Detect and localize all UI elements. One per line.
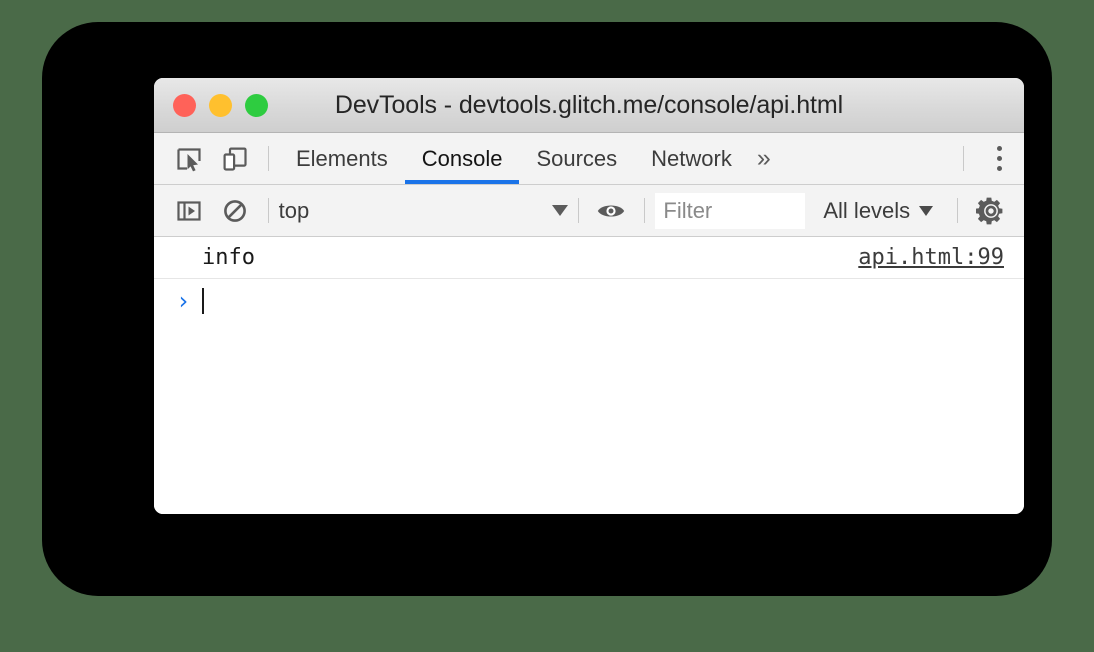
tab-console[interactable]: Console: [404, 133, 520, 184]
window-titlebar: DevTools - devtools.glitch.me/console/ap…: [154, 78, 1024, 133]
console-toolbar-divider-3: [644, 198, 646, 223]
tab-sources[interactable]: Sources: [519, 133, 634, 184]
tab-console-label: Console: [421, 145, 503, 171]
device-toolbar-icon: [223, 146, 247, 171]
text-caret: [202, 288, 204, 314]
console-message-text: info: [202, 245, 255, 270]
console-body: info api.html:99 ›: [154, 237, 1024, 514]
settings-button[interactable]: [968, 185, 1014, 236]
devtools-tabbar: Elements Console Sources Network »: [154, 133, 1024, 185]
tabbar-spacer: [783, 133, 953, 184]
inspect-element-button[interactable]: [166, 133, 212, 184]
execution-context-selector[interactable]: top: [279, 185, 568, 236]
log-level-selector[interactable]: All levels: [805, 185, 947, 236]
execution-context-value: top: [278, 197, 310, 223]
tab-sources-label: Sources: [536, 145, 618, 171]
kebab-menu-icon-dot3: [996, 166, 1002, 171]
kebab-menu-icon-dot2: [996, 156, 1002, 161]
tabbar-divider-right: [963, 146, 964, 171]
tab-network-label: Network: [651, 145, 732, 171]
close-button[interactable]: [173, 93, 196, 117]
console-sidebar-toggle-icon: [177, 200, 201, 221]
filter-input[interactable]: [655, 192, 806, 229]
console-message-source-link[interactable]: api.html:99: [858, 245, 1004, 270]
screenshot-frame: DevTools - devtools.glitch.me/console/ap…: [42, 22, 1052, 596]
console-toolbar-divider-1: [267, 198, 269, 223]
settings-gear-icon: [976, 197, 1003, 224]
device-toolbar-button[interactable]: [212, 133, 258, 184]
chevron-down-icon: [551, 205, 568, 216]
tab-elements[interactable]: Elements: [279, 133, 405, 184]
console-toolbar-divider-2: [577, 198, 579, 223]
live-expression-eye-icon: [598, 204, 625, 217]
minimize-button[interactable]: [209, 93, 232, 117]
console-toolbar: top All levels: [154, 185, 1024, 237]
chevron-double-right-icon: »: [756, 144, 771, 172]
clear-console-icon: [223, 199, 246, 222]
clear-console-button[interactable]: [212, 185, 258, 236]
tabbar-divider: [268, 146, 269, 171]
window-controls: [173, 93, 268, 117]
devtools-menu-button[interactable]: [974, 133, 1024, 184]
console-prompt-row[interactable]: ›: [154, 279, 1024, 323]
prompt-chevron-icon: ›: [176, 287, 191, 315]
window-title: DevTools - devtools.glitch.me/console/ap…: [334, 90, 844, 119]
tab-elements-label: Elements: [296, 145, 388, 171]
console-toolbar-divider-4: [957, 198, 959, 223]
devtools-window: DevTools - devtools.glitch.me/console/ap…: [154, 78, 1024, 514]
tab-network[interactable]: Network: [634, 133, 749, 184]
console-sidebar-toggle-button[interactable]: [166, 185, 212, 236]
more-tabs-button[interactable]: »: [749, 133, 783, 184]
chevron-down-icon: [919, 205, 934, 216]
live-expression-button[interactable]: [589, 185, 635, 236]
inspect-element-icon: [177, 147, 201, 171]
console-message-row[interactable]: info api.html:99: [154, 237, 1024, 279]
maximize-button[interactable]: [245, 93, 268, 117]
kebab-menu-icon: [996, 146, 1002, 151]
log-level-value: All levels: [823, 197, 911, 223]
